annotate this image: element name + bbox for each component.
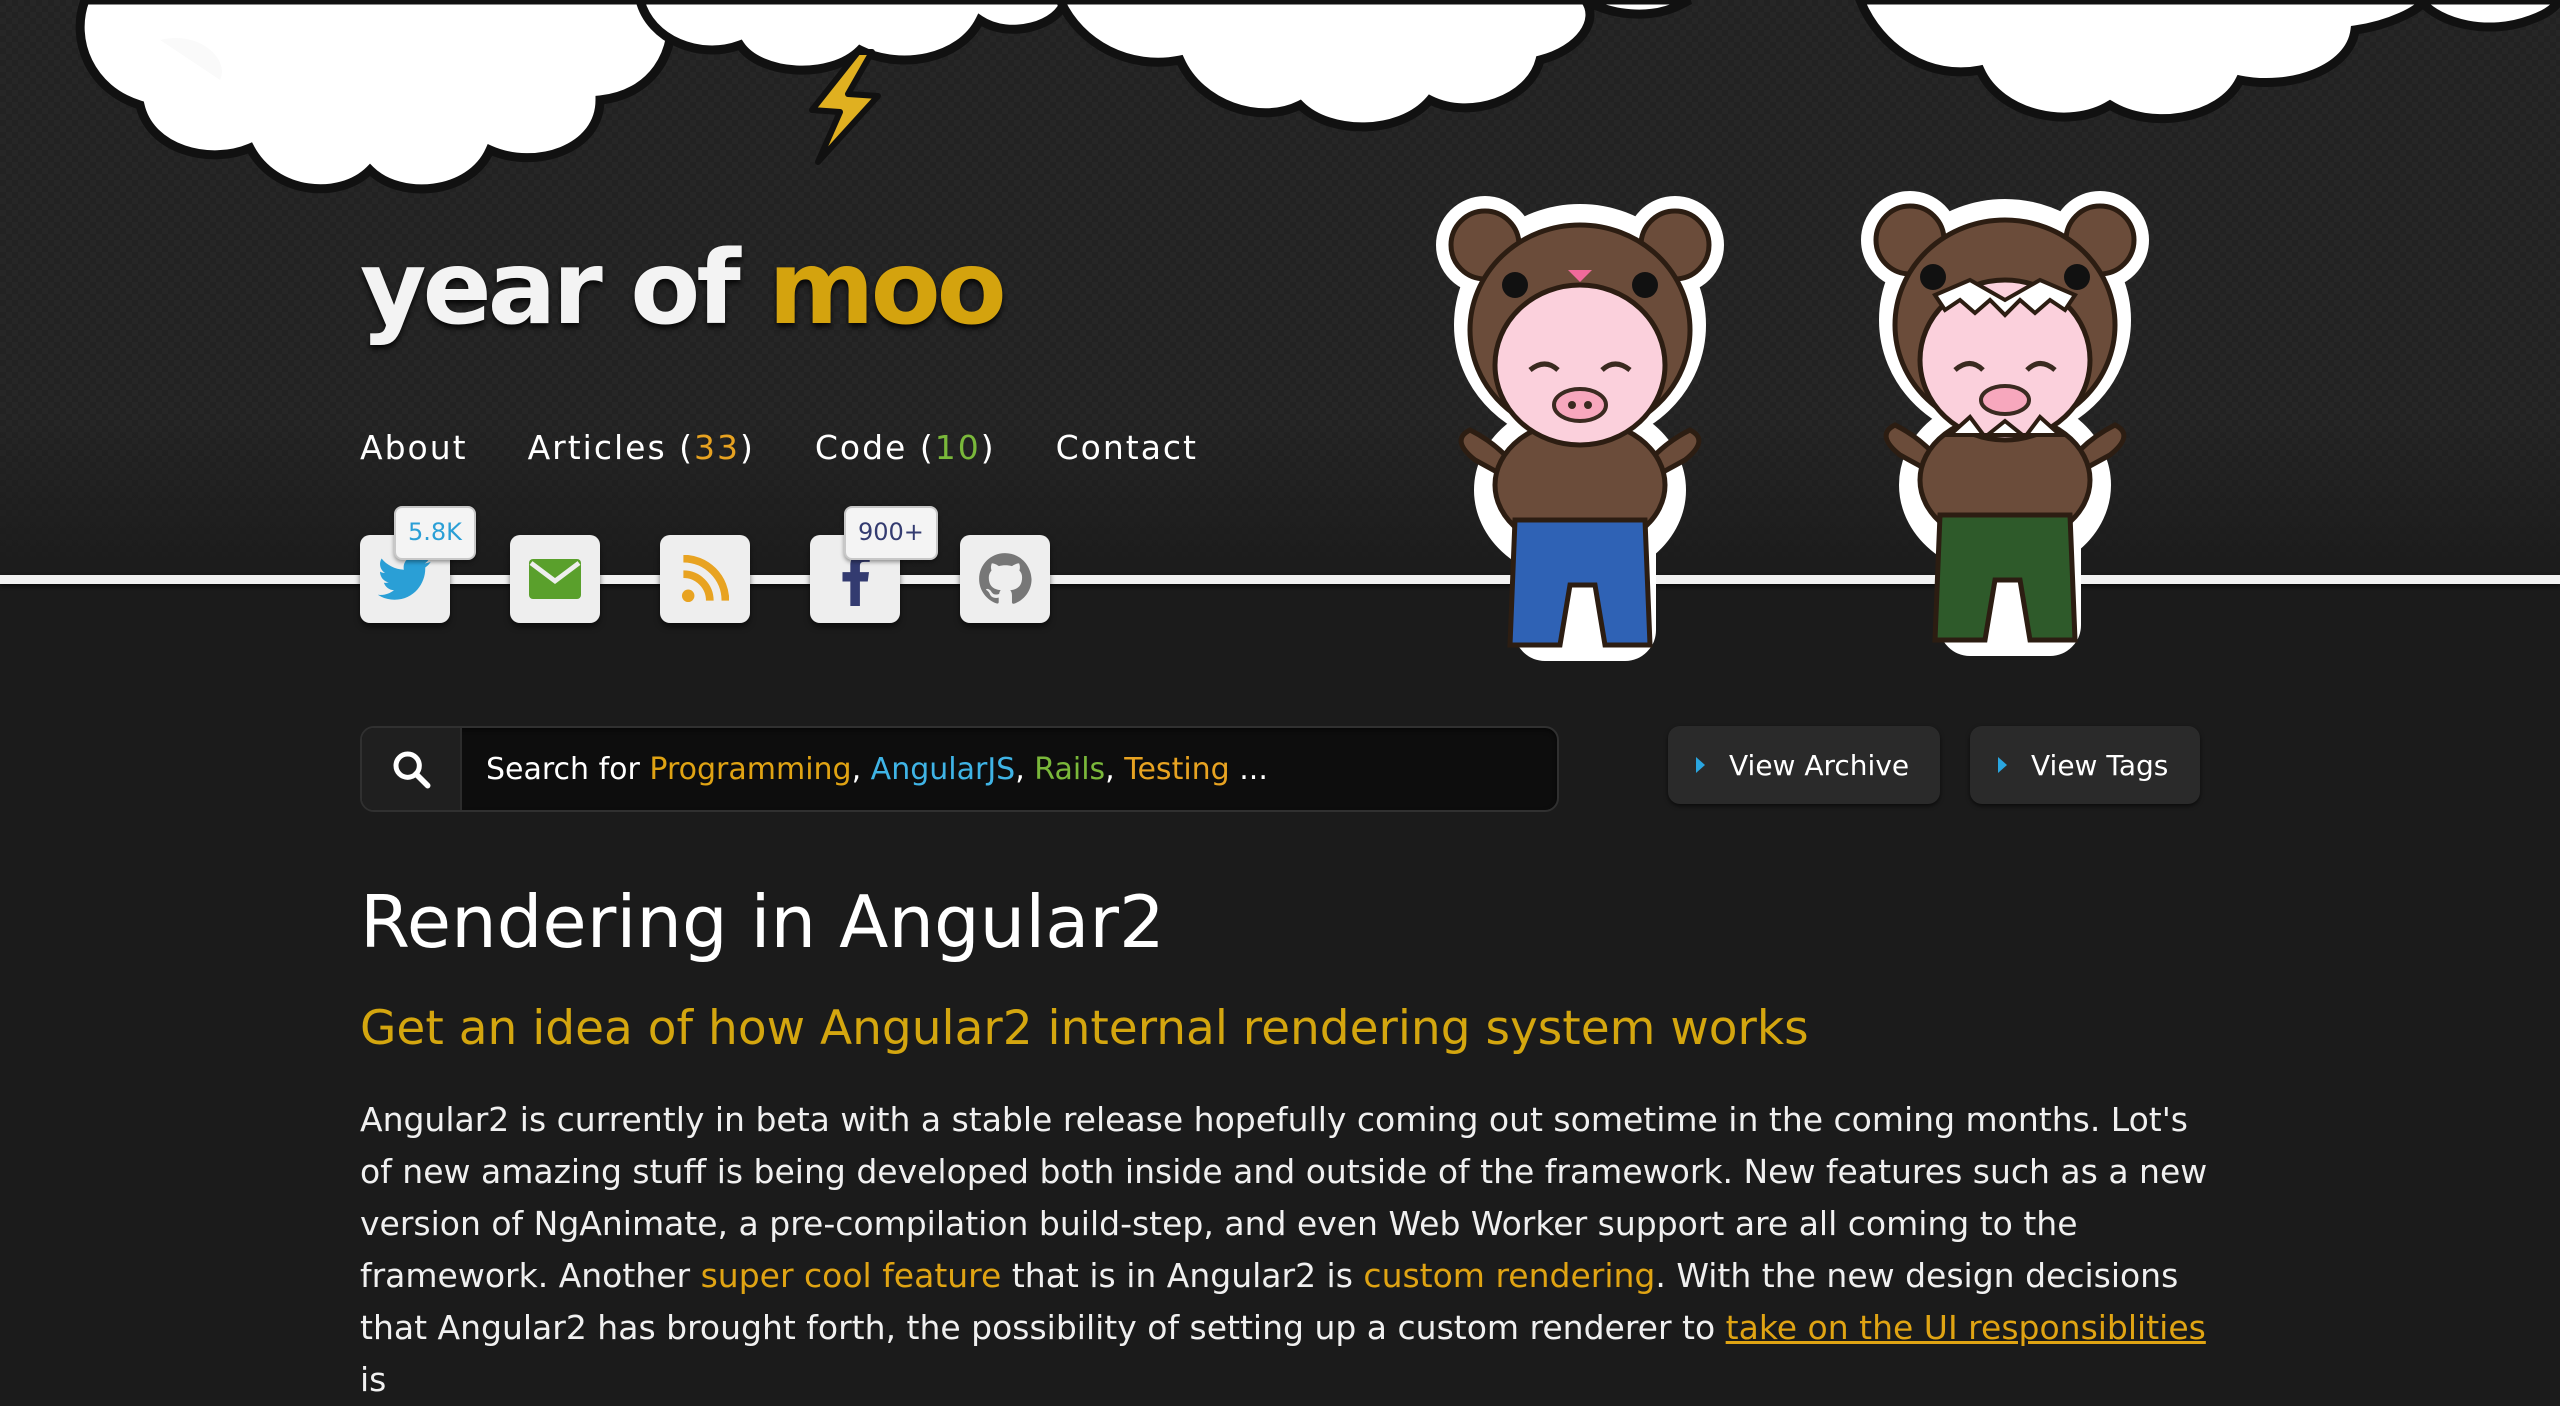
search-placeholder: Search for Programming, AngularJS, Rails… <box>486 752 1268 787</box>
facebook-count-badge: 900+ <box>844 506 938 560</box>
github-icon <box>979 553 1032 604</box>
search-suffix: ... <box>1229 752 1268 787</box>
code-count: 10 <box>934 428 981 467</box>
twitter-count-badge: 5.8K <box>394 506 476 560</box>
view-tags-button[interactable]: View Tags <box>1970 726 2200 804</box>
nav-about-label: About <box>360 428 468 467</box>
twitter-button[interactable]: 5.8K <box>360 506 476 623</box>
clouds-banner <box>75 0 2560 194</box>
email-button[interactable] <box>510 535 600 623</box>
link-ui-responsibilities[interactable]: take on the UI responsiblities <box>1726 1308 2206 1347</box>
nav-code-close: ) <box>980 428 996 467</box>
facebook-icon <box>842 552 870 606</box>
search-sep-3: , <box>1105 752 1125 787</box>
article-title: Rendering in Angular2 <box>360 880 1165 964</box>
search-button[interactable] <box>362 728 462 810</box>
search-prefix: Search for <box>486 752 650 787</box>
view-archive-button[interactable]: View Archive <box>1668 726 1940 804</box>
nav-code[interactable]: Code (10) <box>815 428 996 467</box>
search-icon <box>393 751 431 789</box>
nav-contact-label: Contact <box>1055 428 1198 467</box>
rss-button[interactable] <box>660 535 750 623</box>
mascot-bear-roaring <box>1861 191 2149 656</box>
search-sep-2: , <box>1015 752 1035 787</box>
search-term-angularjs: AngularJS <box>870 752 1016 787</box>
twitter-icon <box>378 556 432 600</box>
envelope-icon <box>529 559 581 599</box>
link-custom-rendering[interactable]: custom rendering <box>1363 1256 1655 1295</box>
logo-text-part1: year of <box>360 229 769 348</box>
nav-articles-close: ) <box>740 428 755 467</box>
article-paragraph: Angular2 is currently in beta with a sta… <box>360 1094 2220 1406</box>
nav-articles[interactable]: Articles (33) <box>528 428 755 467</box>
article-text-4: is <box>360 1360 387 1399</box>
articles-count: 33 <box>694 428 740 467</box>
caret-right-icon <box>1696 757 1705 773</box>
nav-about[interactable]: About <box>360 428 468 467</box>
search-term-programming: Programming <box>649 752 852 787</box>
link-super-cool-feature[interactable]: super cool feature <box>701 1256 1002 1295</box>
view-archive-label: View Archive <box>1729 748 1910 782</box>
view-tags-label: View Tags <box>2031 748 2169 782</box>
facebook-button[interactable]: 900+ <box>810 506 938 623</box>
caret-right-icon <box>1998 757 2007 773</box>
search-term-testing: Testing <box>1124 752 1230 787</box>
search-term-rails: Rails <box>1034 752 1106 787</box>
mascot-bear-calm <box>1436 196 1724 661</box>
article-subtitle: Get an idea of how Angular2 internal ren… <box>360 1001 1809 1056</box>
rss-icon <box>681 555 729 603</box>
github-button[interactable] <box>960 535 1050 623</box>
main-nav: About Articles (33) Code (10) Contact <box>360 428 1198 467</box>
nav-code-label: Code ( <box>814 428 935 467</box>
search-sep-1: , <box>851 752 871 787</box>
nav-contact[interactable]: Contact <box>1056 428 1198 467</box>
article-text-2: that is in Angular2 is <box>1001 1256 1364 1295</box>
nav-articles-label: Articles ( <box>527 428 694 467</box>
site-logo[interactable]: year of moo <box>360 238 1007 340</box>
logo-text-part2: moo <box>768 229 1006 348</box>
search-bar[interactable]: Search for Programming, AngularJS, Rails… <box>360 726 1559 812</box>
